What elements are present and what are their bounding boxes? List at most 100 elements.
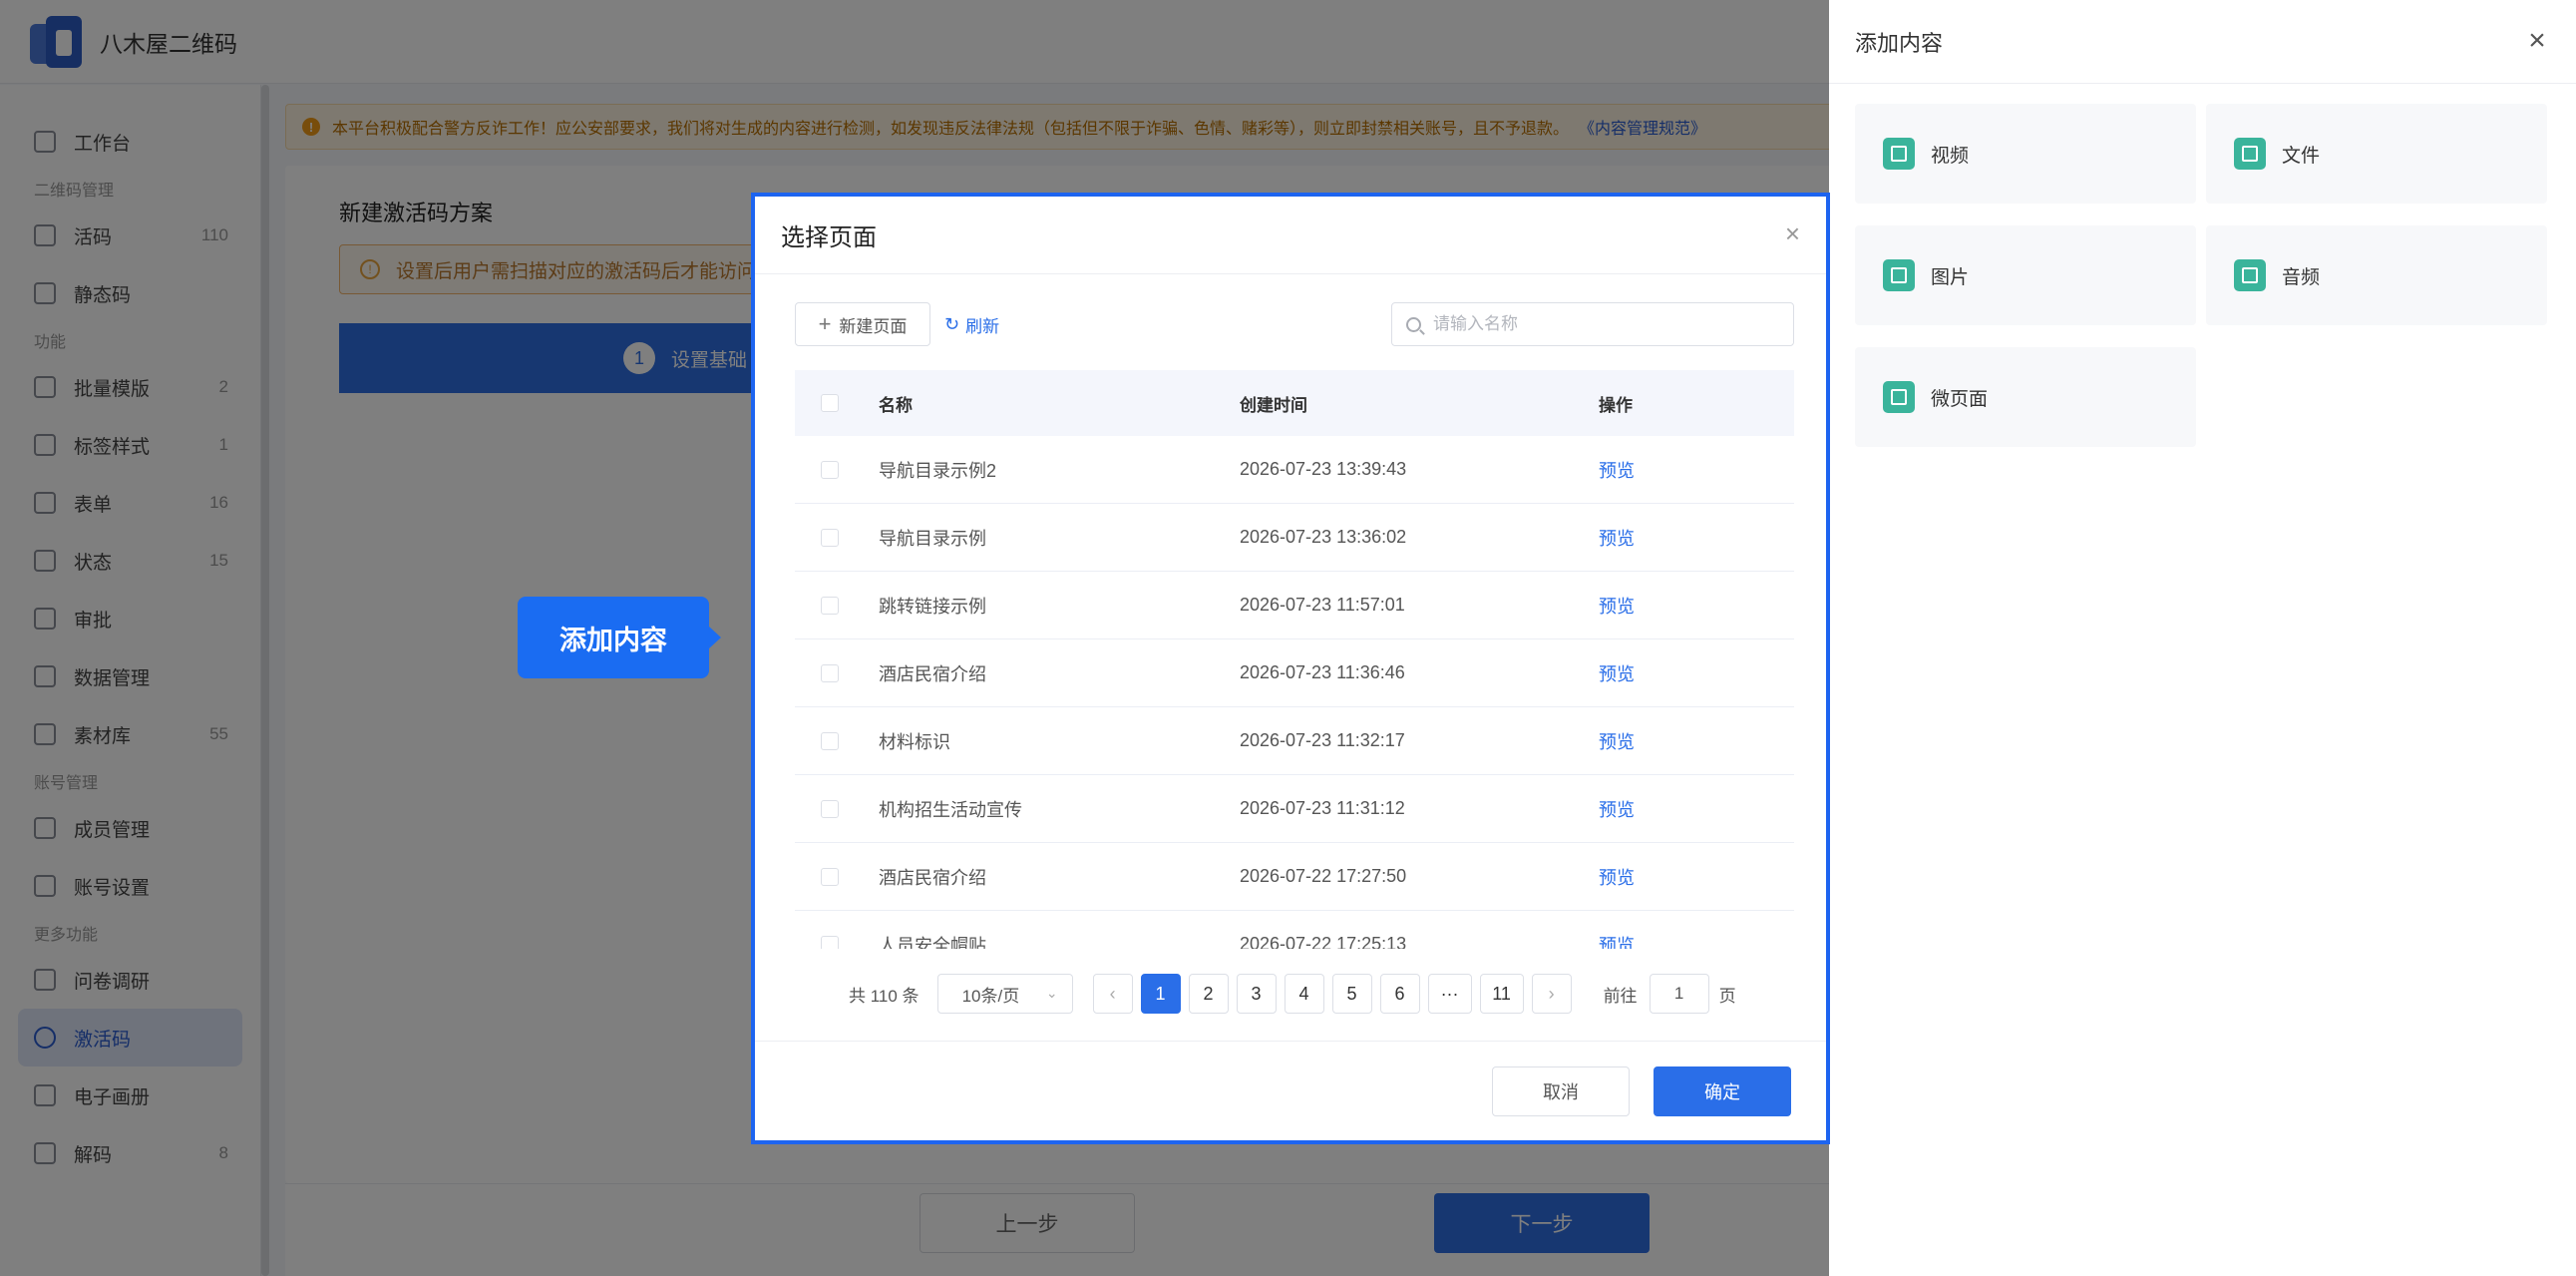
modal-close-icon[interactable]: ×: [1785, 218, 1800, 249]
page-number-button[interactable]: 6: [1379, 974, 1420, 1014]
row-name: 材料标识: [879, 731, 950, 752]
content-type-label: 文件: [2282, 145, 2321, 167]
row-time: 2026-07-22 17:27:50: [1240, 866, 1407, 886]
page-number-button[interactable]: 11: [1479, 974, 1524, 1014]
table-row[interactable]: 跳转链接示例 2026-07-23 11:57:01 预览: [795, 572, 1794, 639]
drawer-title: 添加内容: [1855, 30, 1944, 56]
preview-link[interactable]: 预览: [1599, 525, 1635, 551]
row-name: 机构招生活动宣传: [879, 799, 1022, 820]
row-checkbox[interactable]: [821, 663, 839, 682]
column-name: 名称: [879, 395, 913, 415]
row-time: 2026-07-22 17:25:13: [1240, 934, 1407, 949]
page-size-value: 10条/页: [961, 986, 1020, 1006]
preview-link[interactable]: 预览: [1599, 593, 1635, 619]
search-icon: [1406, 316, 1421, 332]
row-time: 2026-07-23 11:36:46: [1240, 662, 1405, 682]
row-name: 跳转链接示例: [879, 596, 986, 617]
page-number-button[interactable]: 5: [1331, 974, 1372, 1014]
row-checkbox[interactable]: [821, 867, 839, 886]
content-type-item[interactable]: 视频: [1855, 104, 2196, 204]
preview-link[interactable]: 预览: [1599, 728, 1635, 754]
goto-label: 前往: [1603, 986, 1638, 1006]
row-checkbox[interactable]: [821, 596, 839, 615]
next-page-button[interactable]: ›: [1531, 974, 1572, 1014]
image-icon: [1883, 259, 1915, 291]
pagination: 共 110 条 10条/页 ⌄ ‹ 1 2 3 4 5 6 ··· 11 › 前往 1 页: [795, 973, 1794, 1015]
page-number-button[interactable]: 1: [1140, 974, 1181, 1014]
table-row[interactable]: 材料标识 2026-07-23 11:32:17 预览: [795, 707, 1794, 775]
content-type-item[interactable]: 微页面: [1855, 347, 2196, 447]
file-icon: [2234, 138, 2266, 170]
preview-link[interactable]: 预览: [1599, 660, 1635, 686]
row-name: 酒店民宿介绍: [879, 663, 986, 684]
content-type-item[interactable]: 图片: [1855, 225, 2196, 325]
page-number-button[interactable]: ···: [1427, 974, 1472, 1014]
search-input[interactable]: [1433, 314, 1772, 334]
audio-icon: [2234, 259, 2266, 291]
refresh-icon: ↻: [944, 313, 960, 334]
row-time: 2026-07-23 11:31:12: [1240, 798, 1405, 818]
confirm-button[interactable]: 确定: [1654, 1066, 1791, 1116]
modal-title: 选择页面: [781, 224, 877, 251]
plus-icon: +: [818, 311, 832, 336]
row-checkbox[interactable]: [821, 935, 839, 949]
new-page-button[interactable]: + 新建页面: [795, 302, 930, 346]
content-type-label: 图片: [1931, 266, 1970, 288]
select-page-modal: 选择页面 × + 新建页面 ↻ 刷新 名称 创建时间 操作 导航目录示例2202…: [751, 193, 1830, 1144]
content-type-label: 音频: [2282, 266, 2321, 288]
page-numbers: 1 2 3 4 5 6 ··· 11: [1140, 974, 1532, 1014]
content-type-label: 视频: [1931, 145, 1970, 167]
row-checkbox[interactable]: [821, 731, 839, 750]
row-checkbox[interactable]: [821, 799, 839, 818]
row-time: 2026-07-23 11:32:17: [1240, 730, 1405, 750]
page-size-select[interactable]: 10条/页 ⌄: [936, 974, 1073, 1014]
row-time: 2026-07-23 13:36:02: [1240, 527, 1407, 547]
goto-input[interactable]: 1: [1649, 974, 1709, 1014]
cancel-button[interactable]: 取消: [1492, 1066, 1630, 1116]
table-row[interactable]: 导航目录示例 2026-07-23 13:36:02 预览: [795, 504, 1794, 572]
table-header: 名称 创建时间 操作: [795, 370, 1794, 436]
page-table: 名称 创建时间 操作 导航目录示例2 2026-07-23 13:39:43 预览导…: [795, 370, 1794, 949]
modal-toolbar: + 新建页面 ↻ 刷新: [795, 302, 1794, 346]
table-row[interactable]: 酒店民宿介绍 2026-07-23 11:36:46 预览: [795, 639, 1794, 707]
row-name: 导航目录示例2: [879, 460, 997, 481]
preview-link[interactable]: 预览: [1599, 796, 1635, 822]
add-content-callout: 添加内容: [518, 597, 721, 678]
table-row[interactable]: 机构招生活动宣传 2026-07-23 11:31:12 预览: [795, 775, 1794, 843]
add-content-drawer: 添加内容 × 视频 文件图片 音频微页面: [1829, 0, 2576, 1276]
select-all-checkbox[interactable]: [821, 394, 839, 412]
row-checkbox[interactable]: [821, 528, 839, 547]
content-type-item[interactable]: 文件: [2206, 104, 2547, 204]
row-checkbox[interactable]: [821, 460, 839, 479]
table-row[interactable]: 人员安全帽贴 2026-07-22 17:25:13 预览: [795, 911, 1794, 949]
modal-header: 选择页面 ×: [755, 197, 1826, 274]
preview-link[interactable]: 预览: [1599, 932, 1635, 950]
total-count: 共 110 条: [849, 986, 920, 1006]
row-time: 2026-07-23 11:57:01: [1240, 595, 1405, 615]
chevron-down-icon: ⌄: [1045, 985, 1058, 1001]
row-name: 导航目录示例: [879, 528, 986, 549]
micropage-icon: [1883, 381, 1915, 413]
table-row[interactable]: 酒店民宿介绍 2026-07-22 17:27:50 预览: [795, 843, 1794, 911]
page-number-button[interactable]: 2: [1188, 974, 1229, 1014]
column-op: 操作: [1599, 395, 1633, 415]
row-name: 酒店民宿介绍: [879, 867, 986, 888]
refresh-button[interactable]: ↻ 刷新: [944, 302, 999, 346]
page-number-button[interactable]: 3: [1236, 974, 1277, 1014]
prev-page-button[interactable]: ‹: [1092, 974, 1133, 1014]
table-body: 导航目录示例2 2026-07-23 13:39:43 预览 导航目录示例 2026-0…: [795, 436, 1794, 949]
page-unit: 页: [1718, 986, 1736, 1006]
row-time: 2026-07-23 13:39:43: [1240, 459, 1407, 479]
preview-link[interactable]: 预览: [1599, 457, 1635, 483]
preview-link[interactable]: 预览: [1599, 864, 1635, 890]
new-page-label: 新建页面: [839, 316, 908, 336]
drawer-header: 添加内容 ×: [1829, 0, 2576, 84]
column-time: 创建时间: [1240, 395, 1307, 415]
table-row[interactable]: 导航目录示例2 2026-07-23 13:39:43 预览: [795, 436, 1794, 504]
video-icon: [1883, 138, 1915, 170]
content-type-label: 微页面: [1931, 388, 1989, 410]
close-icon[interactable]: ×: [2522, 26, 2552, 56]
row-name: 人员安全帽贴: [879, 935, 986, 950]
page-number-button[interactable]: 4: [1284, 974, 1324, 1014]
content-type-item[interactable]: 音频: [2206, 225, 2547, 325]
